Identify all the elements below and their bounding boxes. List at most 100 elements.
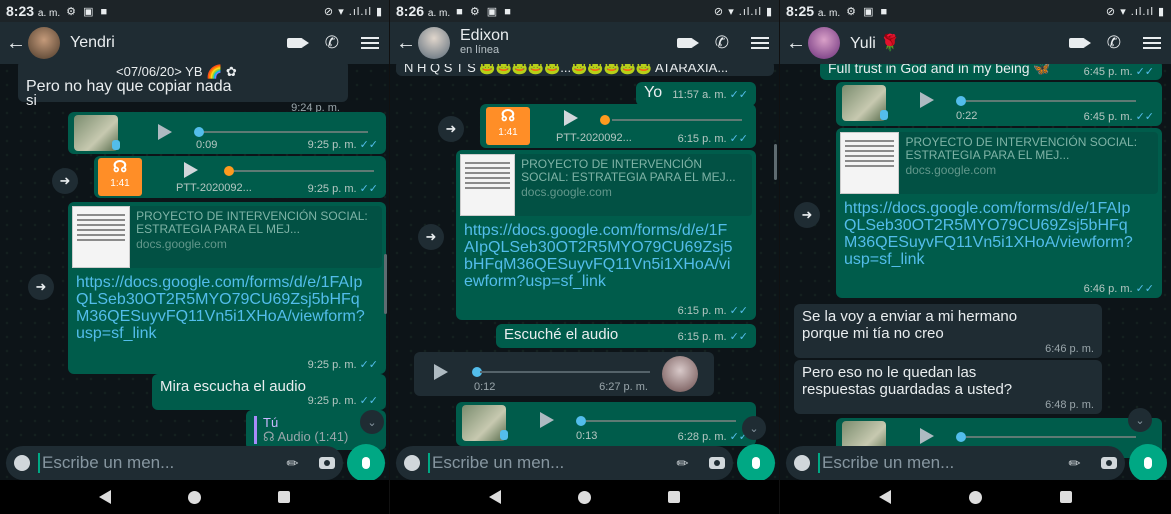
nav-home-icon[interactable] [187, 490, 201, 504]
back-arrow-icon[interactable]: ← [786, 32, 808, 55]
message-outgoing[interactable]: Escuché el audio 6:15 p. m. ✓✓ [496, 324, 756, 348]
video-call-icon[interactable] [1068, 38, 1091, 48]
contact-avatar[interactable] [418, 27, 450, 59]
nav-back-icon[interactable] [98, 490, 111, 504]
link-message[interactable]: PROYECTO DE INTERVENCIÓN SOCIAL: ESTRATE… [456, 150, 756, 320]
video-call-icon[interactable] [676, 38, 699, 48]
message-link[interactable]: https://docs.google.com/forms/d/e/1FAIpQ… [844, 200, 1134, 268]
attach-icon[interactable]: ✎ [1065, 453, 1085, 473]
scroll-down-icon[interactable]: ⌄ [742, 416, 766, 440]
video-call-icon[interactable] [286, 38, 309, 48]
message-link[interactable]: https://docs.google.com/forms/d/e/1FAIpQ… [464, 222, 736, 290]
menu-icon[interactable] [1143, 37, 1161, 49]
emoji-icon[interactable] [404, 455, 420, 471]
message-incoming[interactable]: Se la voy a enviar a mi hermano porque m… [794, 304, 1102, 358]
chat-area[interactable]: <07/06/20> YB 🌈 ✿ Pero no hay que copiar… [0, 64, 389, 480]
emoji-icon[interactable] [794, 455, 810, 471]
forward-icon[interactable]: ➜ [794, 202, 820, 228]
phone-icon[interactable]: ✆ [1107, 33, 1121, 53]
quoted-reply[interactable]: Tú ☊ Audio (1:41) [254, 416, 348, 444]
nav-recents-icon[interactable] [1060, 491, 1072, 503]
audio-file-message[interactable]: ☊ 1:41 PTT-2020092... 6:15 p. m. ✓✓ [480, 104, 756, 148]
message-input[interactable]: Escribe un men... [42, 453, 174, 473]
contact-avatar[interactable] [28, 27, 60, 59]
scroll-down-icon[interactable]: ⌄ [1128, 408, 1152, 432]
message-input-bar[interactable]: Escribe un men... ✎ [6, 446, 343, 480]
camera-icon[interactable] [319, 457, 335, 469]
scrollbar[interactable] [774, 144, 777, 180]
link-preview[interactable]: PROYECTO DE INTERVENCIÓN SOCIAL: ESTRATE… [460, 154, 752, 216]
contact-name[interactable]: Edixon [460, 28, 509, 44]
audio-track[interactable] [612, 119, 742, 121]
emoji-icon[interactable] [14, 455, 30, 471]
mic-button[interactable] [347, 444, 385, 482]
play-icon[interactable] [920, 428, 934, 444]
voice-message[interactable]: 0:13 6:28 p. m. ✓✓ [456, 402, 756, 446]
nav-back-icon[interactable] [488, 490, 501, 504]
audio-thumb[interactable] [600, 115, 610, 125]
audio-thumb[interactable] [576, 416, 586, 426]
audio-thumb[interactable] [194, 127, 204, 137]
forward-icon[interactable]: ➜ [52, 168, 78, 194]
scrollbar[interactable] [384, 254, 387, 314]
chat-area[interactable]: N H Q S T S 🐸🐸🐸🐸🐸...🐸🐸🐸🐸🐸 ATARAXIA... Yo… [390, 64, 779, 480]
message-incoming[interactable]: N H Q S T S 🐸🐸🐸🐸🐸...🐸🐸🐸🐸🐸 ATARAXIA... [396, 64, 774, 76]
forward-icon[interactable]: ➜ [28, 274, 54, 300]
audio-thumb[interactable] [956, 96, 966, 106]
message-outgoing[interactable]: Yo 11:57 a. m. ✓✓ [636, 82, 756, 106]
link-preview[interactable]: PROYECTO DE INTERVENCIÓN SOCIAL: ESTRATE… [840, 132, 1158, 194]
message-incoming[interactable]: Pero eso no le quedan las respuestas gua… [794, 360, 1102, 414]
play-icon[interactable] [158, 124, 172, 140]
voice-message[interactable]: 0:09 9:25 p. m. ✓✓ [68, 112, 386, 154]
play-icon[interactable] [564, 110, 578, 126]
mic-button[interactable] [1129, 444, 1167, 482]
forward-icon[interactable]: ➜ [418, 224, 444, 250]
audio-file-message[interactable]: ☊ 1:41 PTT-2020092... 9:25 p. m. ✓✓ [94, 156, 386, 198]
message-input[interactable]: Escribe un men... [822, 453, 954, 473]
contact-avatar[interactable] [808, 27, 840, 59]
camera-icon[interactable] [1101, 457, 1117, 469]
audio-track[interactable] [234, 170, 374, 172]
audio-track[interactable] [586, 420, 736, 422]
back-arrow-icon[interactable]: ← [6, 32, 28, 55]
message-link[interactable]: https://docs.google.com/forms/d/e/1FAIpQ… [76, 274, 366, 342]
message-outgoing[interactable]: Mira escucha el audio 9:25 p. m. ✓✓ [152, 374, 386, 410]
nav-home-icon[interactable] [969, 490, 982, 504]
play-icon[interactable] [920, 92, 934, 108]
phone-icon[interactable]: ✆ [325, 33, 339, 53]
back-arrow-icon[interactable]: ← [396, 32, 418, 55]
audio-thumb[interactable] [224, 166, 234, 176]
camera-icon[interactable] [709, 457, 725, 469]
voice-message-incoming[interactable]: 0:12 6:27 p. m. [414, 352, 714, 396]
phone-icon[interactable]: ✆ [715, 33, 729, 53]
audio-track[interactable] [480, 371, 650, 373]
contact-name[interactable]: Yuli 🌹 [850, 33, 900, 53]
link-message[interactable]: PROYECTO DE INTERVENCIÓN SOCIAL: ESTRATE… [836, 128, 1162, 298]
menu-icon[interactable] [361, 37, 379, 49]
menu-icon[interactable] [751, 37, 769, 49]
message-input-bar[interactable]: Escribe un men... ✎ [396, 446, 733, 480]
message-input[interactable]: Escribe un men... [432, 453, 564, 473]
attach-icon[interactable]: ✎ [283, 453, 303, 473]
forward-icon[interactable]: ➜ [438, 116, 464, 142]
audio-track[interactable] [966, 436, 1136, 438]
audio-track[interactable] [198, 131, 368, 133]
play-icon[interactable] [434, 364, 448, 380]
nav-back-icon[interactable] [879, 490, 891, 504]
link-preview[interactable]: PROYECTO DE INTERVENCIÓN SOCIAL: ESTRATE… [72, 206, 382, 268]
nav-recents-icon[interactable] [278, 491, 291, 503]
mic-button[interactable] [737, 444, 775, 482]
attach-icon[interactable]: ✎ [673, 453, 693, 473]
audio-thumb[interactable] [956, 432, 966, 442]
chat-area[interactable]: Full trust in God and in my being 🦋 6:45… [780, 64, 1171, 480]
scroll-down-icon[interactable]: ⌄ [360, 410, 384, 434]
nav-recents-icon[interactable] [668, 491, 681, 503]
contact-name[interactable]: Yendri [70, 34, 115, 52]
play-icon[interactable] [540, 412, 554, 428]
nav-home-icon[interactable] [577, 490, 591, 504]
play-icon[interactable] [184, 162, 198, 178]
message-outgoing[interactable]: Full trust in God and in my being 🦋 6:45… [820, 64, 1162, 80]
voice-message[interactable]: 0:22 6:45 p. m. ✓✓ [836, 82, 1162, 126]
audio-track[interactable] [966, 100, 1136, 102]
link-message[interactable]: PROYECTO DE INTERVENCIÓN SOCIAL: ESTRATE… [68, 202, 386, 374]
